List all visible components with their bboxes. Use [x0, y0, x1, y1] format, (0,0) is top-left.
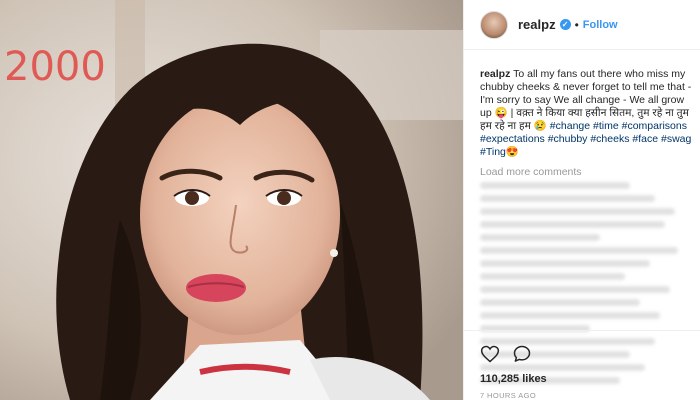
- hashtag[interactable]: #swag: [661, 133, 691, 145]
- hashtag[interactable]: #comparisons: [622, 120, 687, 132]
- verified-badge-icon: ✓: [559, 19, 571, 30]
- hashtag[interactable]: #change: [550, 120, 590, 132]
- blurred-comment-line: [480, 286, 670, 293]
- post-header: realpz ✓ • Follow: [464, 0, 700, 50]
- blurred-comment-line: [480, 182, 630, 189]
- comment-icon[interactable]: [512, 344, 532, 364]
- post-caption: realpz To all my fans out there who miss…: [480, 68, 692, 159]
- blurred-comment-line: [480, 312, 660, 319]
- hashtag[interactable]: #face: [632, 133, 658, 145]
- instagram-post: 2000 realpz ✓ • Follow realpz To all my …: [0, 0, 700, 400]
- load-more-comments-link[interactable]: Load more comments: [480, 166, 582, 178]
- blurred-comment-line: [480, 260, 650, 267]
- blurred-comment-line: [480, 273, 625, 280]
- heart-icon[interactable]: [480, 344, 500, 364]
- header-username[interactable]: realpz: [518, 17, 556, 32]
- follow-button[interactable]: Follow: [583, 19, 618, 31]
- year-label: 2000: [4, 44, 106, 90]
- post-sidebar: realpz ✓ • Follow realpz To all my fans …: [463, 0, 700, 400]
- blurred-comment-line: [480, 299, 640, 306]
- post-photo[interactable]: 2000: [0, 0, 463, 400]
- caption-username[interactable]: realpz: [480, 68, 510, 80]
- action-icons: [480, 341, 685, 367]
- hashtag[interactable]: #time: [593, 120, 619, 132]
- avatar[interactable]: [480, 10, 508, 39]
- blurred-comment-line: [480, 247, 678, 254]
- like-count[interactable]: 110,285 likes: [480, 373, 685, 385]
- post-actions: 110,285 likes 7 HOURS AGO: [464, 330, 700, 400]
- post-timestamp: 7 HOURS AGO: [480, 391, 537, 400]
- blurred-comment-line: [480, 195, 655, 202]
- hashtag[interactable]: #Ting😍: [480, 146, 519, 158]
- blurred-comment-line: [480, 221, 665, 228]
- hashtag[interactable]: #chubby: [548, 133, 588, 145]
- hashtag[interactable]: #cheeks: [590, 133, 629, 145]
- hashtag[interactable]: #expectations: [480, 133, 545, 145]
- blurred-comment-line: [480, 234, 600, 241]
- header-separator: •: [574, 17, 579, 32]
- blurred-comment-line: [480, 208, 675, 215]
